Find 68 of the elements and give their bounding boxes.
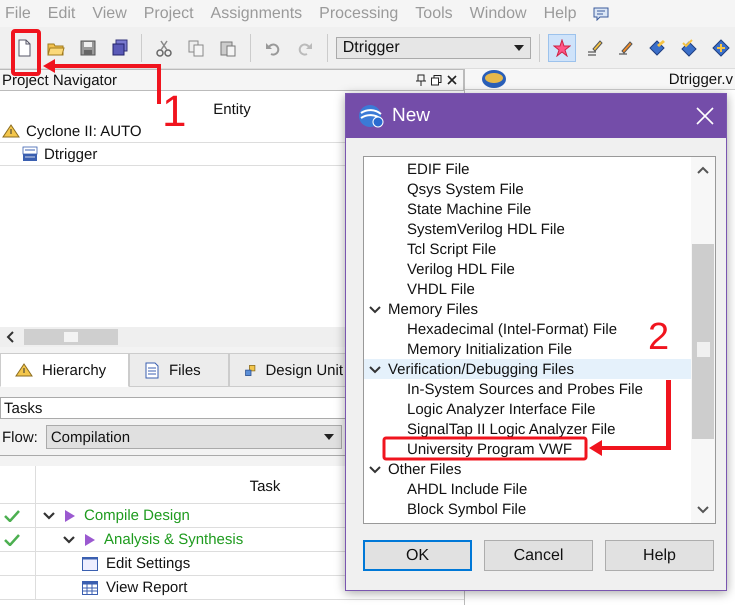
step-number: 1: [162, 90, 186, 134]
cut-icon[interactable]: [155, 38, 174, 56]
star-icon[interactable]: [552, 38, 571, 56]
pencil-icon[interactable]: [616, 38, 634, 56]
save-all-icon[interactable]: [110, 38, 128, 56]
step-number: 2: [648, 318, 670, 356]
list-item[interactable]: Block Symbol File: [364, 499, 526, 519]
document-icon: [144, 362, 160, 378]
column-header: Task: [250, 478, 280, 495]
dropdown-arrow-icon: [324, 434, 334, 440]
list-item[interactable]: VHDL File: [364, 279, 475, 299]
scrollbar-thumb[interactable]: [24, 329, 118, 345]
chat-icon[interactable]: [593, 6, 610, 20]
chevron-down-icon[interactable]: [62, 534, 76, 546]
dialog-button[interactable]: Cancel: [484, 540, 593, 571]
save-icon[interactable]: [78, 38, 97, 56]
list-item[interactable]: Verification/Debugging Files: [364, 359, 691, 379]
play-icon[interactable]: [64, 508, 76, 522]
list-item[interactable]: Verilog HDL File: [364, 259, 515, 279]
scroll-down-icon[interactable]: [696, 505, 710, 515]
table-icon[interactable]: [82, 580, 98, 594]
tab[interactable]: Hierarchy: [0, 353, 129, 387]
chevron-down-icon[interactable]: [42, 510, 56, 522]
close-icon[interactable]: [447, 75, 457, 85]
scroll-left-icon[interactable]: [6, 331, 14, 343]
list-item[interactable]: Qsys System File: [364, 179, 524, 199]
list-item[interactable]: Other Files: [364, 459, 462, 479]
scrollbar-thumb[interactable]: [692, 244, 714, 439]
pin-icon[interactable]: [416, 74, 426, 86]
restore-icon[interactable]: [431, 74, 442, 86]
dropdown-arrow-icon: [514, 44, 524, 50]
flow-dropdown[interactable]: Compilation: [46, 425, 342, 449]
dialog-title: New: [392, 105, 432, 127]
task-item[interactable]: Edit Settings: [106, 555, 190, 572]
task-item[interactable]: View Report: [106, 579, 188, 596]
tree-item[interactable]: Cyclone II: AUTO: [26, 122, 142, 140]
play-icon[interactable]: [84, 532, 96, 546]
warning-icon: [15, 363, 33, 377]
dialog-button[interactable]: OK: [363, 540, 472, 571]
scroll-up-icon[interactable]: [696, 165, 710, 175]
entity-dropdown[interactable]: Dtrigger: [336, 36, 531, 58]
list-item[interactable]: EDIF File: [364, 159, 470, 179]
app-logo-icon: [358, 104, 384, 128]
highlight-frame: [11, 29, 41, 76]
list-item[interactable]: Memory Files: [364, 299, 478, 319]
tree-item[interactable]: Dtrigger: [44, 146, 98, 162]
tab[interactable]: Files: [129, 353, 229, 387]
paste-icon[interactable]: [219, 38, 238, 56]
warning-icon: [2, 124, 20, 138]
list-item[interactable]: Tcl Script File: [364, 239, 496, 259]
list-item[interactable]: In-System Sources and Probes File: [364, 379, 643, 399]
task-item[interactable]: Compile Design: [84, 507, 190, 524]
list-item[interactable]: Memory Initialization File: [364, 339, 572, 359]
column-header: Entity: [213, 101, 251, 118]
list-item[interactable]: University Program VWF: [364, 439, 572, 459]
blocks-icon: [244, 362, 256, 378]
panel-title: Project Navigator: [2, 72, 118, 88]
list-item[interactable]: SystemVerilog HDL File: [364, 219, 565, 239]
list-item[interactable]: SignalTap II Logic Analyzer File: [364, 419, 616, 439]
list-item[interactable]: AHDL Include File: [364, 479, 528, 499]
window-icon[interactable]: [82, 556, 98, 570]
editor-tab[interactable]: Dtrigger.v: [668, 70, 733, 88]
dialog-button[interactable]: Help: [605, 540, 714, 571]
copy-icon[interactable]: [187, 38, 206, 56]
list-item[interactable]: Hexadecimal (Intel-Format) File: [364, 319, 618, 339]
list-item[interactable]: State Machine File: [364, 199, 532, 219]
task-item[interactable]: Analysis & Synthesis: [104, 531, 244, 548]
field-label: Flow:: [2, 428, 38, 446]
